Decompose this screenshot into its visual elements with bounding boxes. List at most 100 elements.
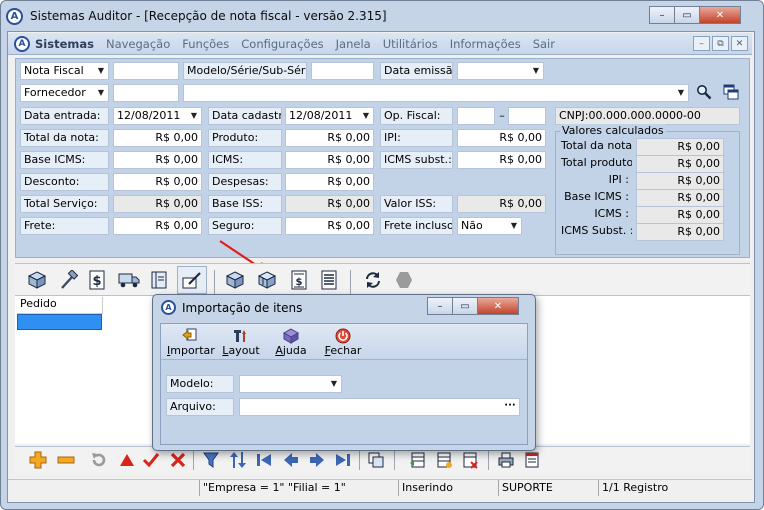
first-record-icon[interactable] bbox=[254, 450, 274, 470]
duplicate-icon[interactable] bbox=[366, 450, 386, 470]
dialog-modelo-label: Modelo: bbox=[166, 375, 234, 393]
op-fiscal-code-input[interactable] bbox=[457, 107, 495, 125]
mdi-close-button[interactable]: ✕ bbox=[731, 36, 748, 51]
op-fiscal-label: Op. Fiscal: bbox=[380, 107, 453, 125]
grid-export-icon[interactable] bbox=[408, 450, 428, 470]
form-window-icon[interactable] bbox=[722, 83, 740, 101]
op-fiscal-dash: – bbox=[499, 109, 505, 122]
menu-configuracoes[interactable]: Configurações bbox=[241, 37, 323, 51]
dialog-modelo-select[interactable] bbox=[239, 375, 342, 393]
cancel-x-icon[interactable] bbox=[168, 450, 188, 470]
dialog-close-button[interactable]: ✕ bbox=[477, 297, 519, 315]
box-export-icon[interactable] bbox=[224, 268, 246, 292]
dialog-arquivo-input[interactable] bbox=[239, 398, 520, 416]
despesas-label: Despesas: bbox=[208, 173, 282, 191]
status-user: SUPORTE bbox=[498, 480, 598, 496]
grid-header-pedido[interactable]: Pedido bbox=[17, 297, 103, 314]
up-triangle-icon[interactable] bbox=[117, 450, 137, 470]
menu-sistemas[interactable]: Sistemas bbox=[35, 37, 94, 51]
importar-button[interactable]: Importar bbox=[167, 328, 215, 357]
ajuda-label: Ajuda bbox=[275, 344, 307, 357]
modelo-input[interactable] bbox=[311, 62, 374, 80]
ajuda-button[interactable]: Ajuda bbox=[273, 328, 309, 357]
minimize-button[interactable]: – bbox=[649, 6, 675, 24]
report-icon[interactable] bbox=[522, 450, 542, 470]
edit-pen-icon[interactable] bbox=[177, 266, 207, 294]
dialog-title-bar: A Importação de itens bbox=[161, 300, 302, 315]
total-servico-input: R$ 0,00 bbox=[113, 195, 202, 213]
grid-import-icon[interactable] bbox=[434, 450, 454, 470]
price-sheet-icon[interactable]: $ bbox=[288, 268, 310, 292]
print-icon[interactable] bbox=[496, 450, 516, 470]
last-record-icon[interactable] bbox=[333, 450, 353, 470]
total-nota-input[interactable]: R$ 0,00 bbox=[113, 129, 202, 147]
despesas-input[interactable]: R$ 0,00 bbox=[285, 173, 374, 191]
fornecedor-name-select[interactable] bbox=[183, 84, 689, 102]
mdi-restore-button[interactable]: ⧉ bbox=[712, 36, 729, 51]
fornecedor-code-input[interactable] bbox=[113, 84, 179, 102]
box-icon[interactable] bbox=[26, 268, 48, 292]
mdi-minimize-button[interactable]: – bbox=[693, 36, 710, 51]
calc-base-icms-value: R$ 0,00 bbox=[636, 189, 724, 207]
undo-icon bbox=[89, 450, 109, 470]
mdi-controls: – ⧉ ✕ bbox=[693, 36, 748, 51]
next-record-icon[interactable] bbox=[307, 450, 327, 470]
fornecedor-select[interactable]: Fornecedor bbox=[20, 84, 109, 102]
book-icon[interactable] bbox=[148, 268, 170, 292]
status-mode: Inserindo bbox=[398, 480, 498, 496]
remove-icon[interactable] bbox=[56, 450, 76, 470]
icms-subst-input[interactable]: R$ 0,00 bbox=[457, 151, 546, 169]
doc-number-input[interactable] bbox=[113, 62, 179, 80]
dollar-doc-icon[interactable]: $ bbox=[86, 268, 108, 292]
layout-button[interactable]: Layout bbox=[221, 328, 261, 357]
calc-ipi-label: IPI : bbox=[608, 173, 629, 186]
fechar-button[interactable]: Fechar bbox=[323, 328, 363, 357]
search-icon[interactable] bbox=[695, 83, 713, 101]
data-emissao-input[interactable] bbox=[457, 62, 544, 80]
menu-navegacao[interactable]: Navegação bbox=[106, 37, 170, 51]
fechar-label: Fechar bbox=[324, 344, 362, 357]
sort-icon[interactable] bbox=[228, 450, 248, 470]
valores-calculados-title: Valores calculados bbox=[560, 124, 666, 137]
menu-funcoes[interactable]: Funções bbox=[182, 37, 229, 51]
grid-delete-icon[interactable] bbox=[460, 450, 480, 470]
import-items-icon[interactable] bbox=[256, 268, 278, 292]
grid-selected-cell[interactable] bbox=[17, 314, 102, 330]
desconto-input[interactable]: R$ 0,00 bbox=[113, 173, 202, 191]
maximize-button[interactable]: ▭ bbox=[674, 6, 700, 24]
dialog-minimize-button[interactable]: – bbox=[427, 297, 453, 315]
produto-input[interactable]: R$ 0,00 bbox=[285, 129, 374, 147]
add-icon[interactable] bbox=[28, 450, 48, 470]
importar-label: Importar bbox=[167, 344, 215, 357]
menu-informacoes[interactable]: Informações bbox=[450, 37, 521, 51]
filter-icon[interactable] bbox=[201, 450, 221, 470]
data-cadastro-input[interactable]: 12/08/2011 bbox=[285, 107, 374, 125]
seguro-input[interactable]: R$ 0,00 bbox=[285, 217, 374, 235]
frete-incluso-select[interactable]: Não bbox=[457, 217, 522, 235]
menu-utilitarios[interactable]: Utilitários bbox=[383, 37, 438, 51]
confirm-check-icon[interactable] bbox=[141, 450, 161, 470]
truck-icon[interactable] bbox=[117, 268, 141, 292]
menu-janela[interactable]: Janela bbox=[336, 37, 371, 51]
dialog-maximize-button[interactable]: ▭ bbox=[452, 297, 478, 315]
calc-total-produto-value: R$ 0,00 bbox=[636, 155, 724, 173]
previous-record-icon[interactable] bbox=[281, 450, 301, 470]
icms-input[interactable]: R$ 0,00 bbox=[285, 151, 374, 169]
list-sheet-icon[interactable] bbox=[318, 268, 340, 292]
dialog-logo-icon: A bbox=[161, 300, 176, 315]
browse-file-button[interactable]: ··· bbox=[502, 398, 518, 416]
hammer-icon[interactable] bbox=[57, 268, 79, 292]
menu-sair[interactable]: Sair bbox=[533, 37, 555, 51]
data-entrada-input[interactable]: 12/08/2011 bbox=[113, 107, 202, 125]
cnpj-field: CNPJ:00.000.000.0000-00 bbox=[555, 107, 740, 125]
doc-type-select[interactable]: Nota Fiscal bbox=[20, 62, 109, 80]
base-icms-input[interactable]: R$ 0,00 bbox=[113, 151, 202, 169]
frete-input[interactable]: R$ 0,00 bbox=[113, 217, 202, 235]
op-fiscal-desc-input[interactable] bbox=[508, 107, 546, 125]
refresh-icon[interactable] bbox=[362, 268, 384, 292]
calc-icms-label: ICMS : bbox=[594, 207, 629, 220]
ipi-input[interactable]: R$ 0,00 bbox=[457, 129, 546, 147]
close-button[interactable]: ✕ bbox=[699, 6, 741, 24]
layout-icon bbox=[234, 330, 246, 342]
total-nota-label: Total da nota: bbox=[20, 129, 109, 147]
